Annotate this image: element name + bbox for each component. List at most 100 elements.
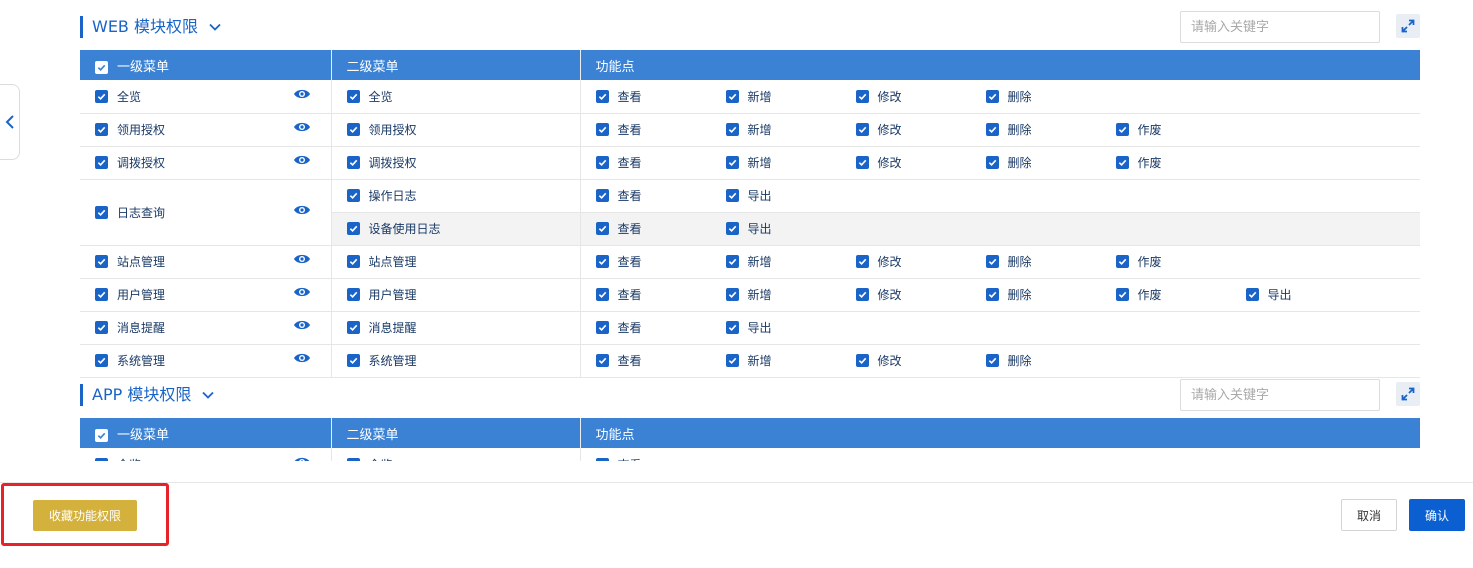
function-option[interactable]: 修改 (855, 253, 986, 270)
function-option[interactable]: 查看 (595, 253, 726, 270)
menu2-checkbox[interactable] (346, 457, 360, 461)
function-option[interactable]: 修改 (855, 121, 986, 138)
function-checkbox[interactable] (725, 189, 739, 202)
function-option[interactable]: 修改 (855, 286, 986, 303)
function-checkbox[interactable] (855, 89, 869, 103)
function-option[interactable]: 新增 (725, 121, 856, 138)
function-option[interactable]: 新增 (725, 253, 856, 270)
function-checkbox[interactable] (725, 156, 739, 169)
menu2-checkbox[interactable] (346, 189, 360, 202)
app-section-title[interactable]: APP 模块权限 (80, 384, 215, 406)
function-option[interactable]: 查看 (595, 88, 726, 105)
eye-icon[interactable] (293, 154, 311, 169)
function-option[interactable]: 删除 (985, 352, 1116, 369)
function-checkbox[interactable] (595, 123, 609, 136)
function-option[interactable]: 查看 (595, 121, 726, 138)
confirm-button[interactable]: 确认 (1409, 499, 1465, 531)
function-checkbox[interactable] (725, 321, 739, 334)
function-option[interactable]: 查看 (595, 154, 726, 171)
function-checkbox[interactable] (985, 288, 999, 301)
column-header-menu1[interactable]: 一级菜单 (80, 50, 332, 80)
cancel-button[interactable]: 取消 (1341, 499, 1397, 531)
function-option[interactable]: 修改 (855, 154, 986, 171)
select-all-checkbox[interactable] (95, 428, 108, 442)
eye-icon[interactable] (293, 88, 311, 103)
menu2-checkbox[interactable] (346, 222, 360, 235)
function-checkbox[interactable] (595, 255, 609, 268)
menu2-checkbox[interactable] (346, 123, 360, 136)
function-option[interactable]: 查看 (595, 352, 726, 369)
function-option[interactable]: 查看 (595, 286, 726, 303)
menu2-checkbox[interactable] (346, 321, 360, 334)
function-option[interactable]: 新增 (725, 88, 856, 105)
function-checkbox[interactable] (1115, 123, 1129, 136)
function-option[interactable]: 查看 (595, 319, 726, 336)
menu1-checkbox[interactable] (95, 321, 108, 334)
function-option[interactable]: 删除 (985, 121, 1116, 138)
eye-icon[interactable] (293, 352, 311, 367)
chevron-down-icon[interactable] (201, 388, 215, 402)
function-option[interactable]: 导出 (1245, 286, 1376, 303)
function-checkbox[interactable] (725, 255, 739, 268)
function-option[interactable]: 删除 (985, 253, 1116, 270)
function-option[interactable]: 导出 (725, 187, 856, 204)
function-checkbox[interactable] (1115, 255, 1129, 268)
collapse-panel-tab[interactable] (0, 84, 20, 160)
function-option[interactable]: 查看 (595, 456, 726, 461)
menu1-checkbox[interactable] (95, 123, 108, 136)
eye-icon[interactable] (293, 253, 311, 268)
menu2-checkbox[interactable] (346, 354, 360, 367)
function-checkbox[interactable] (595, 189, 609, 202)
function-checkbox[interactable] (725, 89, 739, 103)
menu1-checkbox[interactable] (95, 288, 108, 301)
menu1-checkbox[interactable] (95, 89, 108, 103)
function-checkbox[interactable] (725, 222, 739, 235)
function-option[interactable]: 查看 (595, 187, 726, 204)
function-checkbox[interactable] (985, 354, 999, 367)
app-search-input[interactable] (1180, 379, 1380, 411)
function-checkbox[interactable] (1115, 156, 1129, 169)
column-header-menu1[interactable]: 一级菜单 (80, 418, 332, 448)
menu1-checkbox[interactable] (95, 354, 108, 367)
web-search-input[interactable] (1180, 11, 1380, 43)
function-checkbox[interactable] (855, 156, 869, 169)
menu2-checkbox[interactable] (346, 156, 360, 169)
function-checkbox[interactable] (595, 89, 609, 103)
function-checkbox[interactable] (1245, 288, 1259, 301)
app-expand-button[interactable] (1396, 382, 1420, 406)
function-option[interactable]: 删除 (985, 286, 1116, 303)
function-option[interactable]: 作废 (1115, 121, 1246, 138)
function-checkbox[interactable] (595, 156, 609, 169)
eye-icon[interactable] (293, 204, 311, 219)
function-checkbox[interactable] (985, 255, 999, 268)
select-all-checkbox[interactable] (95, 60, 108, 74)
function-option[interactable]: 修改 (855, 88, 986, 105)
function-option[interactable]: 查看 (595, 220, 726, 237)
function-option[interactable]: 删除 (985, 154, 1116, 171)
eye-icon[interactable] (293, 456, 311, 461)
menu2-checkbox[interactable] (346, 255, 360, 268)
function-option[interactable]: 作废 (1115, 154, 1246, 171)
function-checkbox[interactable] (595, 321, 609, 334)
function-checkbox[interactable] (595, 288, 609, 301)
function-option[interactable]: 新增 (725, 286, 856, 303)
function-option[interactable]: 删除 (985, 88, 1116, 105)
function-checkbox[interactable] (855, 354, 869, 367)
menu1-checkbox[interactable] (95, 205, 108, 219)
function-checkbox[interactable] (725, 354, 739, 367)
function-checkbox[interactable] (855, 255, 869, 268)
menu2-checkbox[interactable] (346, 89, 360, 103)
function-option[interactable]: 导出 (725, 220, 856, 237)
eye-icon[interactable] (293, 286, 311, 301)
function-option[interactable]: 新增 (725, 352, 856, 369)
function-checkbox[interactable] (985, 89, 999, 103)
function-checkbox[interactable] (855, 123, 869, 136)
menu2-checkbox[interactable] (346, 288, 360, 301)
function-checkbox[interactable] (595, 222, 609, 235)
eye-icon[interactable] (293, 319, 311, 334)
function-checkbox[interactable] (985, 156, 999, 169)
function-checkbox[interactable] (595, 457, 609, 461)
permission-scroll-area[interactable]: WEB 模块权限 一级菜单 二级菜单 功能点 全览全览查看新增修改删除 (0, 0, 1473, 461)
function-checkbox[interactable] (985, 123, 999, 136)
function-option[interactable]: 导出 (725, 319, 856, 336)
